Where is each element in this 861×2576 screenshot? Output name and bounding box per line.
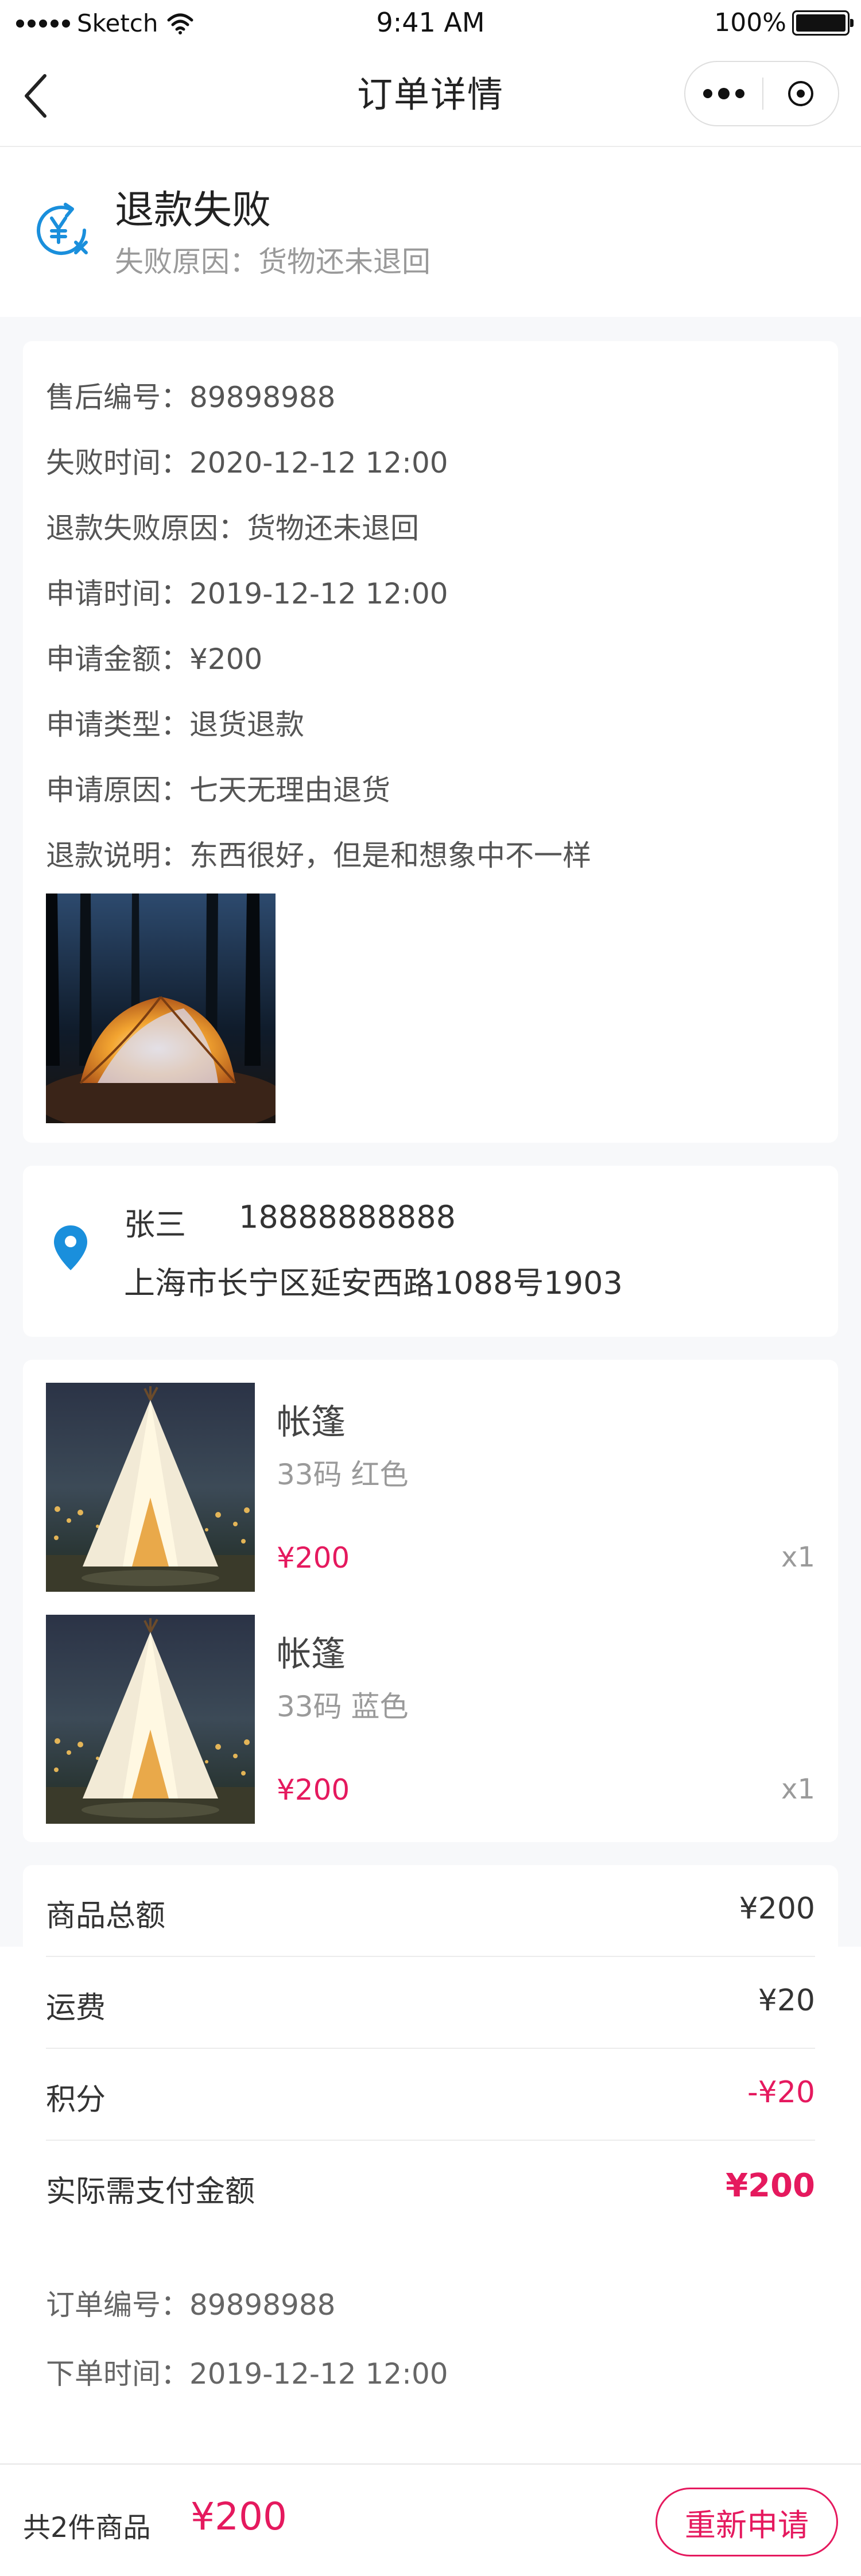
order-detail-page: Sketch 9:41 AM 100% 订单详情 退款失败 失败原因：货物还未退… xyxy=(0,0,861,2576)
recipient-phone: 18888888888 xyxy=(239,1199,456,1235)
refund-yuan-icon xyxy=(37,203,88,256)
after-sale-number: 售后编号：89898988 xyxy=(46,381,336,414)
failure-time: 失败时间：2020-12-12 12:00 xyxy=(46,446,448,479)
product-name: 帐篷 xyxy=(277,1402,346,1442)
summary-value: ¥200 xyxy=(726,2167,815,2204)
product-price: ¥200 xyxy=(277,1773,350,1807)
product-quantity: x1 xyxy=(781,1541,815,1573)
apply-reason: 申请原因：七天无理由退货 xyxy=(46,773,390,807)
target-circle-icon xyxy=(788,81,813,106)
order-number: 订单编号：89898988 xyxy=(46,2288,336,2322)
refund-description: 退款说明：东西很好，但是和想象中不一样 xyxy=(46,839,591,872)
summary-label: 实际需支付金额 xyxy=(46,2175,255,2209)
location-pin-icon xyxy=(54,1225,87,1270)
order-time: 下单时间：2019-12-12 12:00 xyxy=(46,2357,448,2391)
recipient-name: 张三 xyxy=(124,1206,186,1243)
product-item[interactable]: 帐篷 33码 蓝色 ¥200 x1 xyxy=(46,1615,815,1824)
status-bar: Sketch 9:41 AM 100% xyxy=(0,0,861,46)
nav-bar: 订单详情 xyxy=(0,46,861,147)
battery-fill xyxy=(796,14,846,32)
apply-time: 申请时间：2019-12-12 12:00 xyxy=(46,577,448,610)
summary-value: -¥20 xyxy=(747,2075,815,2110)
more-dots-icon[interactable] xyxy=(685,62,762,125)
summary-value: ¥200 xyxy=(739,1892,815,1926)
address-card[interactable]: 张三 18888888888 上海市长宁区延安西路1088号1903 xyxy=(23,1166,838,1337)
product-price: ¥200 xyxy=(277,1541,350,1575)
refund-status-title: 退款失败 xyxy=(115,188,272,233)
apply-amount: 申请金额：¥200 xyxy=(46,643,263,676)
battery-percent: 100% xyxy=(714,8,786,37)
product-name: 帐篷 xyxy=(277,1634,346,1674)
mini-program-capsule xyxy=(684,61,839,126)
recipient-address: 上海市长宁区延安西路1088号1903 xyxy=(124,1265,623,1301)
product-spec: 33码 红色 xyxy=(277,1458,409,1491)
item-count: 共2件商品 xyxy=(23,2512,151,2544)
summary-row-goods-total: 商品总额 ¥200 xyxy=(46,1865,815,1957)
summary-row-actual-payment: 实际需支付金额 ¥200 xyxy=(46,2141,815,2233)
product-spec: 33码 蓝色 xyxy=(277,1690,409,1723)
products-card: 帐篷 33码 红色 ¥200 x1 帐篷 33码 蓝色 ¥200 x1 xyxy=(23,1360,838,1842)
bottom-action-bar: 共2件商品 ¥200 重新申请 xyxy=(0,2463,861,2576)
teepee-photo xyxy=(46,1615,255,1824)
battery-icon xyxy=(792,10,854,36)
order-total: ¥200 xyxy=(191,2494,287,2539)
status-right: 100% xyxy=(714,8,854,37)
refund-status-header: 退款失败 失败原因：货物还未退回 xyxy=(0,147,861,317)
price-summary-card: 商品总额 ¥200 运费 ¥20 积分 -¥20 实际需支付金额 ¥200 订单… xyxy=(23,1865,838,2439)
refund-failure-reason-line: 退款失败原因：货物还未退回 xyxy=(46,512,419,545)
apply-type: 申请类型：退货退款 xyxy=(46,708,304,741)
tent-photo xyxy=(46,894,276,1123)
product-quantity: x1 xyxy=(781,1773,815,1805)
summary-label: 积分 xyxy=(46,2083,106,2117)
teepee-photo xyxy=(46,1383,255,1592)
product-image xyxy=(46,1383,255,1592)
product-item[interactable]: 帐篷 33码 红色 ¥200 x1 xyxy=(46,1383,815,1592)
summary-row-shipping: 运费 ¥20 xyxy=(46,1957,815,2049)
refund-info-card: 售后编号：89898988 失败时间：2020-12-12 12:00 退款失败… xyxy=(23,341,838,1143)
summary-value: ¥20 xyxy=(758,1983,815,2018)
product-image xyxy=(46,1615,255,1824)
summary-row-points: 积分 -¥20 xyxy=(46,2049,815,2141)
refund-failure-reason: 失败原因：货物还未退回 xyxy=(115,245,430,279)
summary-label: 运费 xyxy=(46,1991,106,2025)
summary-label: 商品总额 xyxy=(46,1899,166,1933)
refund-evidence-photo[interactable] xyxy=(46,894,276,1123)
reapply-button[interactable]: 重新申请 xyxy=(656,2488,838,2556)
capsule-close-button[interactable] xyxy=(763,62,838,125)
